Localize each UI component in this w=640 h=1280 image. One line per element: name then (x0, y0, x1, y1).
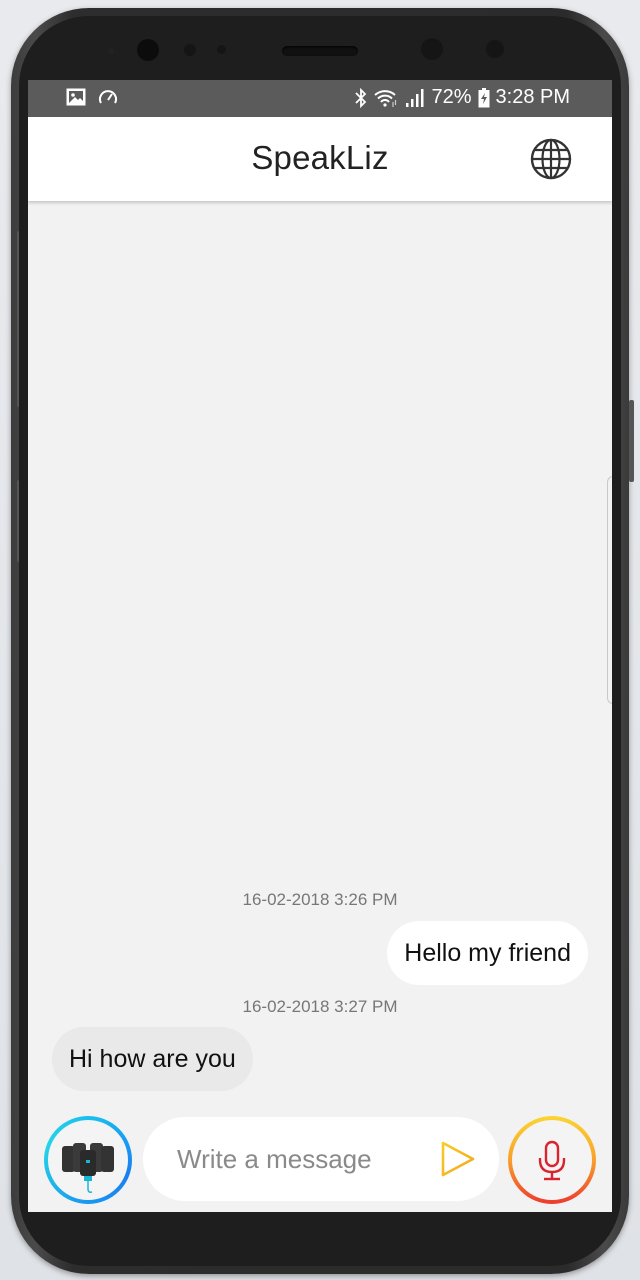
app-screen: 72% 3:28 PM SpeakLiz 16-02-2018 3:26 PM … (28, 80, 612, 1212)
message-timestamp: 16-02-2018 3:27 PM (242, 997, 398, 1016)
earpiece-speaker (282, 46, 358, 56)
message-composer (28, 1114, 612, 1204)
incoming-message-bubble[interactable]: Hi how are you (52, 1027, 253, 1091)
send-triangle-icon[interactable] (437, 1138, 479, 1180)
sensor-dot (184, 44, 196, 56)
front-camera (137, 39, 159, 61)
message-input-container (143, 1117, 499, 1201)
message-timestamp: 16-02-2018 3:26 PM (242, 890, 398, 909)
battery-charging-icon (478, 87, 490, 107)
outgoing-message-bubble[interactable]: Hello my friend (387, 921, 588, 985)
microphone-button-inner (512, 1120, 592, 1200)
iris-sensor (486, 40, 504, 58)
chat-area[interactable]: 16-02-2018 3:26 PM Hello my friend 16-02… (28, 201, 612, 1091)
message-input[interactable] (175, 1139, 419, 1179)
battery-percent: 72% (431, 86, 472, 108)
app-title: SpeakLiz (251, 139, 389, 176)
device-button[interactable] (44, 1116, 132, 1204)
microphone-icon (538, 1140, 566, 1181)
globe-icon[interactable] (530, 138, 572, 180)
iris-camera (421, 38, 443, 60)
power-button (629, 400, 634, 482)
wearable-device-icon (62, 1143, 114, 1193)
signal-icon (406, 88, 424, 107)
sensor-dot (217, 45, 226, 54)
app-bar: SpeakLiz (28, 117, 612, 201)
image-icon (66, 88, 86, 106)
proximity-sensor (108, 48, 114, 54)
status-bar: 72% 3:28 PM (28, 80, 612, 117)
status-time: 3:28 PM (495, 86, 570, 108)
speedometer-icon (99, 90, 117, 104)
wifi-icon (374, 89, 397, 107)
microphone-button[interactable] (508, 1116, 596, 1204)
bluetooth-icon (355, 87, 367, 108)
device-button-inner (48, 1120, 128, 1200)
